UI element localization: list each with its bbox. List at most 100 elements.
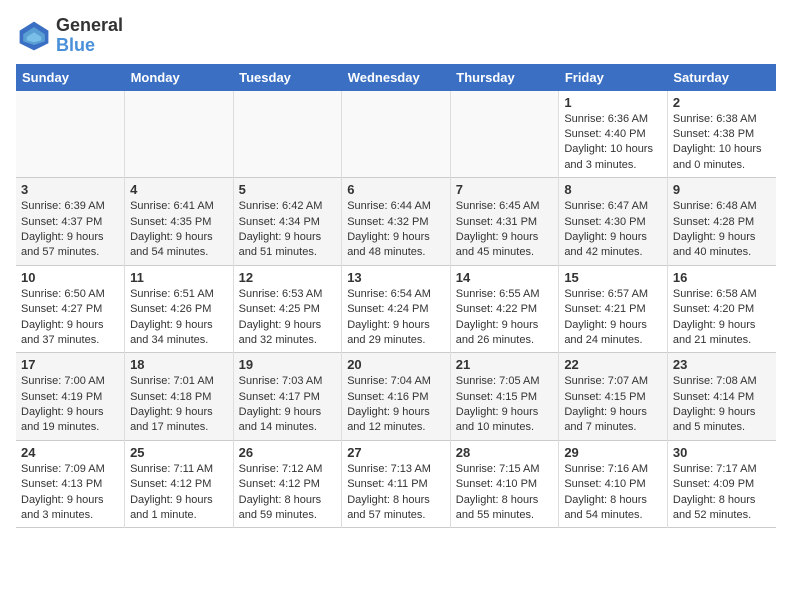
calendar-cell: 11 Sunrise: 6:51 AM Sunset: 4:26 PM Dayli… — [125, 265, 234, 353]
calendar-cell: 17Sunrise: 7:00 AM Sunset: 4:19 PM Dayli… — [16, 353, 125, 441]
day-info: Sunrise: 7:13 AM Sunset: 4:11 PM Dayligh… — [347, 462, 445, 524]
calendar-cell: 28 Sunrise: 7:15 AM Sunset: 4:10 PM Dayli… — [450, 440, 559, 528]
day-number: 8 — [564, 182, 662, 197]
day-info: Sunrise: 6:53 AM Sunset: 4:25 PM Dayligh… — [239, 287, 337, 349]
week-row-3: 10 Sunrise: 6:50 AM Sunset: 4:27 PM Dayli… — [16, 265, 776, 353]
day-header-saturday: Saturday — [667, 64, 776, 91]
day-number: 12 — [239, 270, 337, 285]
day-number: 10 — [21, 270, 119, 285]
day-info: Sunrise: 7:08 AM Sunset: 4:14 PM Dayligh… — [673, 374, 771, 436]
calendar-cell: 7 Sunrise: 6:45 AM Sunset: 4:31 PM Daylig… — [450, 178, 559, 266]
day-info: Sunrise: 7:04 AM Sunset: 4:16 PM Dayligh… — [347, 374, 445, 436]
day-number: 21 — [456, 357, 554, 372]
day-info: Sunrise: 7:01 AM Sunset: 4:18 PM Dayligh… — [130, 374, 228, 436]
day-info: Sunrise: 7:05 AM Sunset: 4:15 PM Dayligh… — [456, 374, 554, 436]
day-number: 18 — [130, 357, 228, 372]
week-row-5: 24 Sunrise: 7:09 AM Sunset: 4:13 PM Dayli… — [16, 440, 776, 528]
day-number: 28 — [456, 445, 554, 460]
day-number: 4 — [130, 182, 228, 197]
calendar-cell: 18 Sunrise: 7:01 AM Sunset: 4:18 PM Dayli… — [125, 353, 234, 441]
calendar-cell: 12 Sunrise: 6:53 AM Sunset: 4:25 PM Dayli… — [233, 265, 342, 353]
calendar-cell — [233, 91, 342, 178]
calendar-cell — [450, 91, 559, 178]
calendar-cell: 9Sunrise: 6:48 AM Sunset: 4:28 PM Daylig… — [667, 178, 776, 266]
week-row-4: 17Sunrise: 7:00 AM Sunset: 4:19 PM Dayli… — [16, 353, 776, 441]
calendar-cell: 25Sunrise: 7:11 AM Sunset: 4:12 PM Dayli… — [125, 440, 234, 528]
calendar-cell: 13 Sunrise: 6:54 AM Sunset: 4:24 PM Dayli… — [342, 265, 451, 353]
calendar-cell: 15 Sunrise: 6:57 AM Sunset: 4:21 PM Dayli… — [559, 265, 668, 353]
day-header-sunday: Sunday — [16, 64, 125, 91]
day-info: Sunrise: 6:42 AM Sunset: 4:34 PM Dayligh… — [239, 199, 337, 261]
day-info: Sunrise: 6:58 AM Sunset: 4:20 PM Dayligh… — [673, 287, 771, 349]
day-info: Sunrise: 7:15 AM Sunset: 4:10 PM Dayligh… — [456, 462, 554, 524]
day-header-tuesday: Tuesday — [233, 64, 342, 91]
day-info: Sunrise: 6:50 AM Sunset: 4:27 PM Dayligh… — [21, 287, 119, 349]
day-header-wednesday: Wednesday — [342, 64, 451, 91]
day-number: 5 — [239, 182, 337, 197]
day-number: 24 — [21, 445, 119, 460]
day-info: Sunrise: 7:03 AM Sunset: 4:17 PM Dayligh… — [239, 374, 337, 436]
day-info: Sunrise: 6:51 AM Sunset: 4:26 PM Dayligh… — [130, 287, 228, 349]
day-info: Sunrise: 7:07 AM Sunset: 4:15 PM Dayligh… — [564, 374, 662, 436]
day-info: Sunrise: 6:47 AM Sunset: 4:30 PM Dayligh… — [564, 199, 662, 261]
calendar-cell: 19 Sunrise: 7:03 AM Sunset: 4:17 PM Dayli… — [233, 353, 342, 441]
day-header-thursday: Thursday — [450, 64, 559, 91]
day-info: Sunrise: 7:11 AM Sunset: 4:12 PM Dayligh… — [130, 462, 228, 524]
day-info: Sunrise: 6:36 AM Sunset: 4:40 PM Dayligh… — [564, 112, 662, 174]
day-info: Sunrise: 6:54 AM Sunset: 4:24 PM Dayligh… — [347, 287, 445, 349]
calendar-body: 1 Sunrise: 6:36 AM Sunset: 4:40 PM Daylig… — [16, 91, 776, 528]
calendar-cell: 5 Sunrise: 6:42 AM Sunset: 4:34 PM Daylig… — [233, 178, 342, 266]
calendar-cell: 30 Sunrise: 7:17 AM Sunset: 4:09 PM Dayli… — [667, 440, 776, 528]
day-info: Sunrise: 7:17 AM Sunset: 4:09 PM Dayligh… — [673, 462, 771, 524]
calendar-cell: 23 Sunrise: 7:08 AM Sunset: 4:14 PM Dayli… — [667, 353, 776, 441]
day-number: 3 — [21, 182, 119, 197]
day-number: 11 — [130, 270, 228, 285]
day-number: 6 — [347, 182, 445, 197]
day-info: Sunrise: 6:38 AM Sunset: 4:38 PM Dayligh… — [673, 112, 771, 174]
day-number: 17 — [21, 357, 119, 372]
day-number: 20 — [347, 357, 445, 372]
calendar-cell: 6Sunrise: 6:44 AM Sunset: 4:32 PM Daylig… — [342, 178, 451, 266]
calendar-cell: 27 Sunrise: 7:13 AM Sunset: 4:11 PM Dayli… — [342, 440, 451, 528]
day-info: Sunrise: 7:09 AM Sunset: 4:13 PM Dayligh… — [21, 462, 119, 524]
day-info: Sunrise: 6:39 AM Sunset: 4:37 PM Dayligh… — [21, 199, 119, 261]
day-number: 9 — [673, 182, 771, 197]
day-number: 19 — [239, 357, 337, 372]
calendar-cell: 24 Sunrise: 7:09 AM Sunset: 4:13 PM Dayli… — [16, 440, 125, 528]
header-row: SundayMondayTuesdayWednesdayThursdayFrid… — [16, 64, 776, 91]
calendar-cell: 1 Sunrise: 6:36 AM Sunset: 4:40 PM Daylig… — [559, 91, 668, 178]
calendar-cell: 20 Sunrise: 7:04 AM Sunset: 4:16 PM Dayli… — [342, 353, 451, 441]
day-info: Sunrise: 6:57 AM Sunset: 4:21 PM Dayligh… — [564, 287, 662, 349]
day-number: 13 — [347, 270, 445, 285]
calendar-cell — [125, 91, 234, 178]
day-number: 23 — [673, 357, 771, 372]
calendar-cell: 14Sunrise: 6:55 AM Sunset: 4:22 PM Dayli… — [450, 265, 559, 353]
calendar-cell: 22 Sunrise: 7:07 AM Sunset: 4:15 PM Dayli… — [559, 353, 668, 441]
logo-icon — [16, 18, 52, 54]
calendar-cell: 10 Sunrise: 6:50 AM Sunset: 4:27 PM Dayli… — [16, 265, 125, 353]
calendar-cell — [342, 91, 451, 178]
calendar-header: SundayMondayTuesdayWednesdayThursdayFrid… — [16, 64, 776, 91]
calendar-table: SundayMondayTuesdayWednesdayThursdayFrid… — [16, 64, 776, 529]
page-header: General Blue — [16, 16, 776, 56]
calendar-cell: 16Sunrise: 6:58 AM Sunset: 4:20 PM Dayli… — [667, 265, 776, 353]
day-number: 2 — [673, 95, 771, 110]
day-number: 26 — [239, 445, 337, 460]
day-header-friday: Friday — [559, 64, 668, 91]
day-number: 7 — [456, 182, 554, 197]
day-info: Sunrise: 6:45 AM Sunset: 4:31 PM Dayligh… — [456, 199, 554, 261]
day-number: 30 — [673, 445, 771, 460]
day-number: 1 — [564, 95, 662, 110]
day-number: 15 — [564, 270, 662, 285]
day-header-monday: Monday — [125, 64, 234, 91]
calendar-cell: 26 Sunrise: 7:12 AM Sunset: 4:12 PM Dayli… — [233, 440, 342, 528]
calendar-cell: 8 Sunrise: 6:47 AM Sunset: 4:30 PM Daylig… — [559, 178, 668, 266]
day-number: 27 — [347, 445, 445, 460]
day-number: 22 — [564, 357, 662, 372]
day-info: Sunrise: 7:12 AM Sunset: 4:12 PM Dayligh… — [239, 462, 337, 524]
calendar-cell: 29 Sunrise: 7:16 AM Sunset: 4:10 PM Dayli… — [559, 440, 668, 528]
day-number: 29 — [564, 445, 662, 460]
day-number: 14 — [456, 270, 554, 285]
day-info: Sunrise: 7:16 AM Sunset: 4:10 PM Dayligh… — [564, 462, 662, 524]
calendar-cell — [16, 91, 125, 178]
